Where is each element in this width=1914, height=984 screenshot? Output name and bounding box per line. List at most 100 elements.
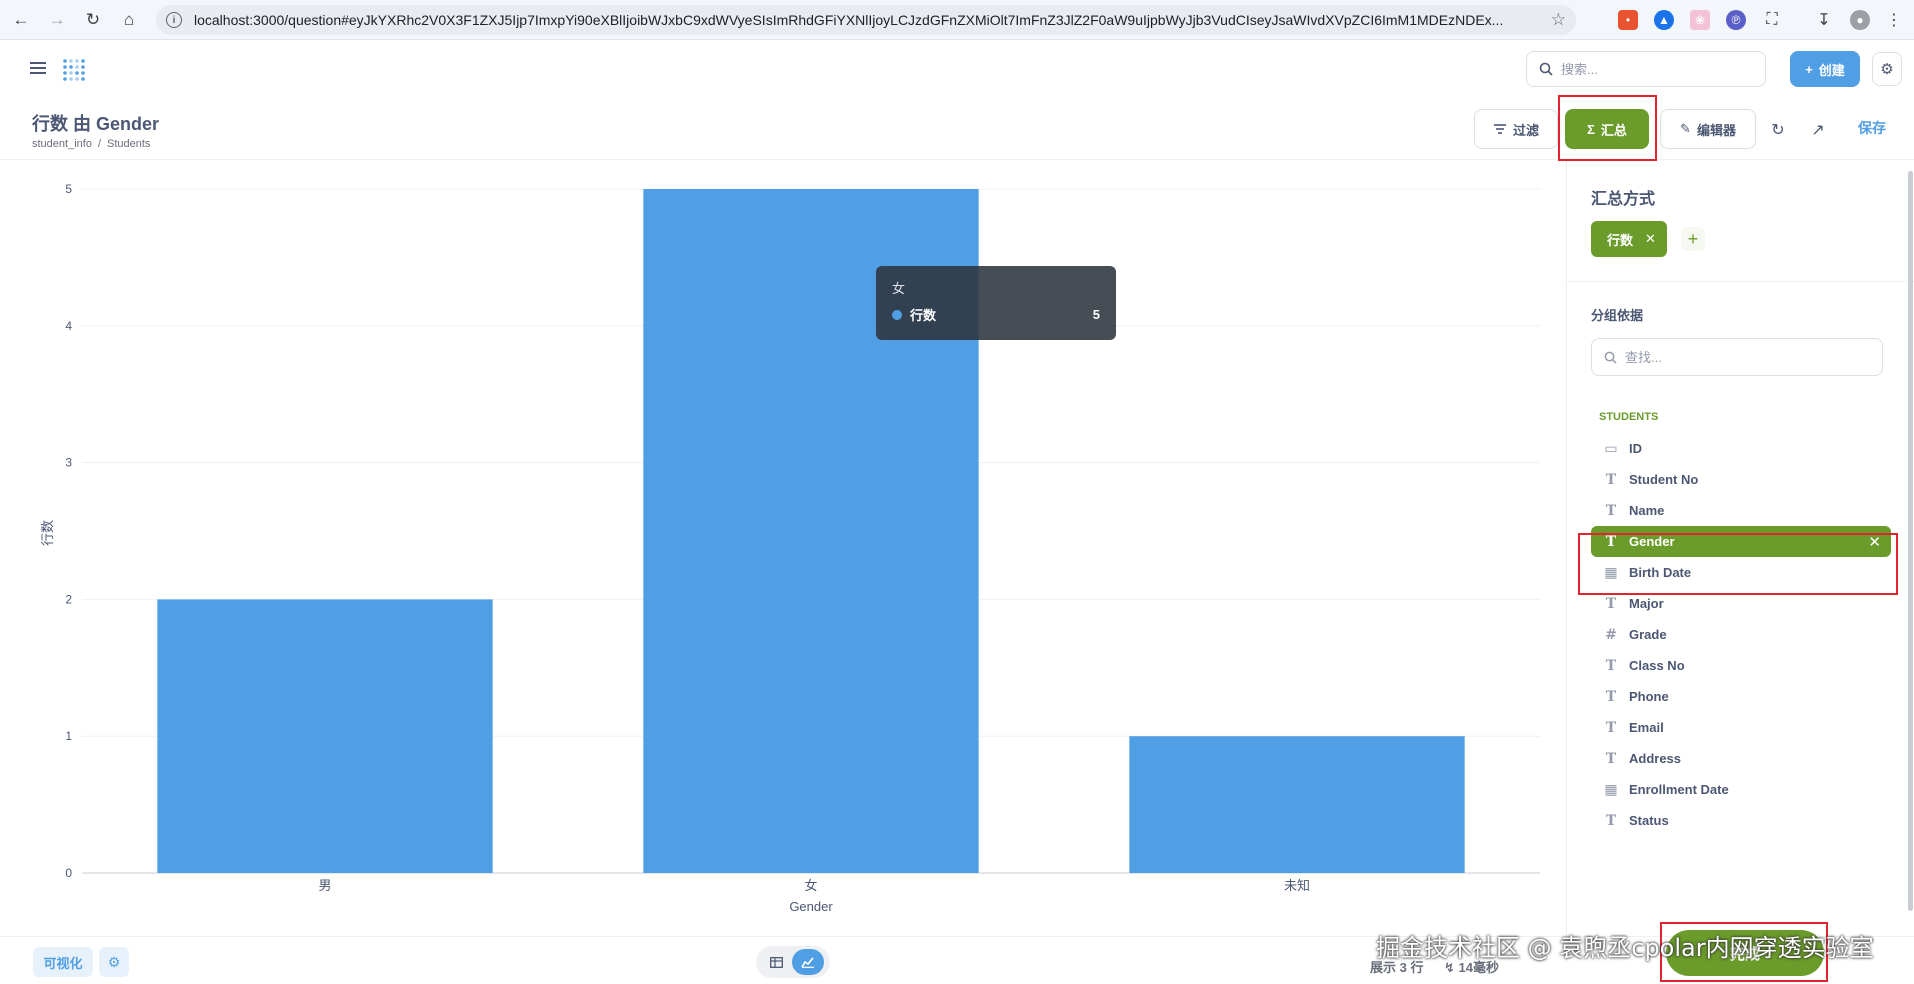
- field-item-name[interactable]: T Name: [1591, 495, 1891, 526]
- y-tick-label: 1: [65, 729, 72, 743]
- find-field-input[interactable]: [1625, 349, 1865, 365]
- site-info-icon[interactable]: i: [166, 12, 182, 28]
- remove-grouping-icon[interactable]: ✕: [1868, 533, 1881, 551]
- search-icon: [1604, 351, 1617, 364]
- bookmark-star-icon[interactable]: ☆: [1551, 10, 1566, 30]
- filter-label: 过滤: [1512, 122, 1539, 138]
- back-icon[interactable]: ←: [6, 5, 36, 35]
- y-tick-label: 2: [65, 592, 72, 606]
- extension-icon-4[interactable]: ℗: [1726, 10, 1746, 30]
- breadcrumb-separator: /: [97, 138, 101, 150]
- chart-view-toggle[interactable]: [792, 949, 824, 975]
- field-label: Phone: [1629, 689, 1669, 704]
- field-label: Birth Date: [1629, 565, 1692, 580]
- home-icon[interactable]: ⌂: [114, 5, 144, 35]
- extension-icon-2[interactable]: ▲: [1654, 10, 1674, 30]
- find-field-box[interactable]: [1591, 338, 1883, 376]
- x-tick-label: 未知: [1284, 878, 1310, 893]
- metric-label: 行数: [1607, 232, 1634, 248]
- hamburger-menu-icon[interactable]: [30, 62, 46, 77]
- scroll-thumb[interactable]: [1908, 171, 1913, 911]
- text-icon: T: [1605, 502, 1617, 519]
- tooltip-value: 5: [1092, 307, 1100, 322]
- table-view-toggle[interactable]: [760, 949, 792, 975]
- text-icon: T: [1605, 471, 1617, 488]
- reload-icon[interactable]: ↻: [78, 5, 108, 35]
- field-item-email[interactable]: T Email: [1591, 712, 1891, 743]
- field-label: Grade: [1629, 627, 1667, 642]
- extension-icon-3[interactable]: ❀: [1690, 10, 1710, 30]
- remove-metric-icon[interactable]: ✕: [1645, 231, 1656, 247]
- field-item-enrollment-date[interactable]: ▦ Enrollment Date: [1591, 774, 1891, 805]
- extension-icon-1[interactable]: •: [1618, 10, 1638, 30]
- field-item-status[interactable]: T Status: [1591, 805, 1891, 836]
- field-item-grade[interactable]: # Grade: [1591, 619, 1891, 650]
- plus-icon: +: [1805, 61, 1813, 77]
- summarize-label: 汇总: [1600, 122, 1627, 138]
- summarize-sidebar: 汇总方式 行数 ✕ + 分组依据 STUDENTS ▭ ID T Student No…: [1566, 161, 1914, 936]
- y-tick-label: 3: [65, 456, 72, 470]
- x-axis-label: Gender: [789, 899, 833, 914]
- metabase-logo[interactable]: [62, 58, 88, 82]
- text-icon: T: [1605, 657, 1617, 674]
- bar-chart[interactable]: 0 1 2 3 4 5 男女未知 Gender 行数: [0, 161, 1564, 936]
- watermark-text: 掘金技术社区 @ 袁煦丞cpolar内网穿透实验室: [1376, 934, 1874, 962]
- chart-tooltip: 女 行数 5: [876, 266, 1116, 340]
- text-icon: T: [1605, 719, 1617, 736]
- external-link-icon[interactable]: ↗: [1808, 120, 1828, 140]
- y-tick-label: 4: [65, 319, 72, 333]
- x-tick-label: 女: [804, 878, 817, 893]
- add-metric-button[interactable]: +: [1681, 227, 1705, 251]
- url-text[interactable]: localhost:3000/question#eyJkYXRhc2V0X3F1…: [194, 12, 1554, 28]
- field-item-class-no[interactable]: T Class No: [1591, 650, 1891, 681]
- viz-settings-button[interactable]: ⚙: [99, 947, 129, 977]
- gear-icon: ⚙: [107, 953, 121, 970]
- field-item-phone[interactable]: T Phone: [1591, 681, 1891, 712]
- sidebar-scrollbar[interactable]: [1906, 161, 1914, 936]
- field-item-gender[interactable]: T Gender ✕: [1591, 526, 1891, 557]
- field-label: Student No: [1629, 472, 1699, 487]
- profile-avatar[interactable]: ●: [1850, 10, 1870, 30]
- field-item-birth-date[interactable]: ▦ Birth Date: [1591, 557, 1891, 588]
- bar-2[interactable]: [1129, 736, 1465, 873]
- gear-icon: ⚙: [1880, 61, 1894, 78]
- number-icon: #: [1605, 626, 1617, 643]
- filter-button[interactable]: 过滤: [1474, 109, 1558, 149]
- settings-button[interactable]: ⚙: [1872, 52, 1902, 86]
- table-icon: [769, 956, 783, 968]
- save-button[interactable]: 保存: [1858, 118, 1886, 138]
- sidebar-divider: [1567, 281, 1914, 282]
- breadcrumb-table[interactable]: Students: [107, 138, 150, 150]
- breadcrumb-database[interactable]: student_info: [32, 138, 92, 150]
- download-icon[interactable]: ↧: [1814, 10, 1834, 30]
- bar-0[interactable]: [157, 599, 493, 873]
- field-item-address[interactable]: T Address: [1591, 743, 1891, 774]
- y-tick-label: 5: [65, 182, 72, 196]
- extensions-puzzle-icon[interactable]: ⛶: [1762, 10, 1782, 30]
- refresh-icon[interactable]: ↻: [1768, 120, 1788, 140]
- address-bar[interactable]: i localhost:3000/question#eyJkYXRhc2V0X3…: [156, 5, 1576, 35]
- tooltip-row: 行数 5: [892, 305, 1100, 324]
- field-item-student-no[interactable]: T Student No: [1591, 464, 1891, 495]
- create-label: 创建: [1818, 62, 1845, 78]
- group-by-label: 分组依据: [1591, 308, 1644, 323]
- browser-toolbar: ← → ↻ ⌂ i localhost:3000/question#eyJkYX…: [0, 0, 1914, 40]
- metric-pill[interactable]: 行数 ✕: [1591, 221, 1667, 257]
- summarize-button[interactable]: Σ 汇总: [1565, 109, 1649, 149]
- search-input[interactable]: [1561, 61, 1741, 77]
- field-item-major[interactable]: T Major: [1591, 588, 1891, 619]
- filter-icon: [1493, 124, 1506, 134]
- y-axis-label: 行数: [40, 520, 55, 546]
- visualization-button[interactable]: 可视化: [33, 947, 93, 977]
- forward-icon[interactable]: →: [42, 5, 72, 35]
- table-section-label: STUDENTS: [1599, 411, 1659, 423]
- global-search[interactable]: [1526, 51, 1766, 87]
- chart-svg[interactable]: 012345男女未知Gender行数: [0, 161, 1564, 936]
- page-title: 行数 由 Gender: [32, 114, 160, 134]
- browser-menu-icon[interactable]: ⋮: [1884, 10, 1904, 30]
- field-label: Status: [1629, 813, 1669, 828]
- editor-button[interactable]: ✎ 编辑器: [1660, 109, 1756, 149]
- field-item-id[interactable]: ▭ ID: [1591, 433, 1891, 464]
- create-button[interactable]: + 创建: [1790, 51, 1860, 87]
- sigma-icon: Σ: [1587, 121, 1595, 137]
